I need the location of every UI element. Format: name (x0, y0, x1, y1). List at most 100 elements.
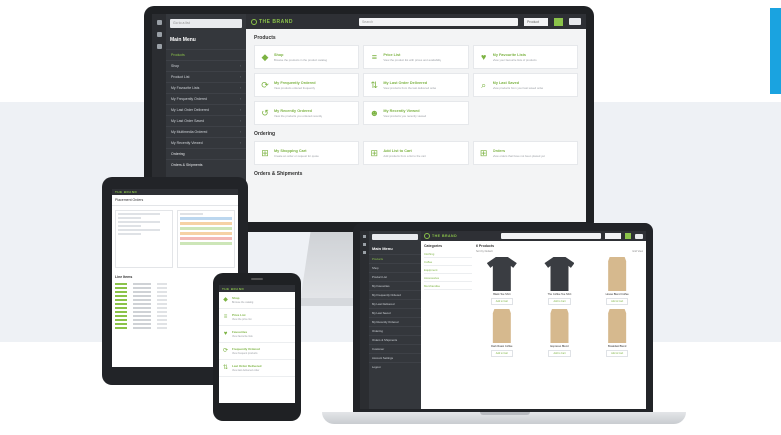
search-button[interactable] (554, 17, 563, 26)
phone-menu-item[interactable]: ≡ Price List View the price list (219, 309, 295, 326)
menu-item[interactable]: My Recently Viewed › (166, 137, 246, 148)
add-to-cart-button[interactable]: Add to Cart (606, 298, 629, 305)
phone-menu-item[interactable]: ⇅ Last Order Delivered View last delivered… (219, 360, 295, 377)
row-link[interactable] (115, 327, 127, 329)
phone-menu-item[interactable]: ⟳ Frequently Ordered View frequent product… (219, 343, 295, 360)
row-link[interactable] (115, 303, 127, 305)
view-toggle[interactable]: Grid View (632, 250, 643, 253)
category-item[interactable]: Clothing (424, 250, 472, 258)
cart-icon[interactable] (569, 18, 581, 25)
row-link[interactable] (115, 323, 127, 325)
plus-icon[interactable] (363, 251, 366, 254)
global-search-input[interactable]: Search (358, 17, 518, 26)
cart-icon[interactable] (635, 233, 643, 239)
dashboard-card[interactable]: ⇅ My Last Order Delivered View products fr… (363, 73, 469, 97)
row-link[interactable] (115, 315, 127, 317)
add-to-cart-button[interactable]: Add to Cart (606, 350, 629, 357)
dashboard-card[interactable]: ☻ My Recently Viewed View products you rec… (363, 101, 469, 125)
sort-select[interactable]: Sort by Default (476, 250, 493, 253)
menu-item[interactable]: Account Settings (369, 353, 421, 362)
product-name[interactable]: Black Tee Shirt (493, 293, 510, 296)
menu-item[interactable]: Logout (369, 362, 421, 371)
dashboard-card[interactable]: ⟳ My Frequently Ordered View products orde… (254, 73, 360, 97)
product-card[interactable]: Dark Roast Coffee Add to Cart (476, 309, 528, 357)
menu-search-input[interactable]: Go to a list (170, 19, 242, 28)
product-name[interactable]: Espresso Blend (550, 345, 568, 348)
brand-logo[interactable]: THE BRAND (222, 287, 244, 291)
dashboard-card[interactable]: ≡ Price List View the product list with pr… (363, 45, 469, 69)
row-link[interactable] (115, 307, 127, 309)
menu-item[interactable]: Shop (369, 263, 421, 272)
category-item[interactable]: Merchandise (424, 282, 472, 290)
dashboard-card[interactable]: ⊞ Orders View orders that have not been pl… (472, 141, 578, 165)
row-link[interactable] (115, 311, 127, 313)
add-to-cart-button[interactable]: Add to Cart (490, 350, 513, 357)
menu-item[interactable]: Products (369, 254, 421, 263)
menu-icon[interactable] (156, 20, 162, 25)
phone-menu-item[interactable]: ◆ Shop Browse the catalog (219, 292, 295, 309)
coffee-bag-image[interactable] (608, 257, 627, 291)
dashboard-card[interactable]: ↺ My Recently Ordered View the products yo… (254, 101, 360, 125)
dashboard-card[interactable]: ⊞ My Shopping Cart Create an order or requ… (254, 141, 360, 165)
coffee-bag-image[interactable] (492, 309, 511, 343)
menu-item[interactable]: My Last Order Saved › (166, 115, 246, 126)
row-link[interactable] (115, 291, 127, 293)
search-scope-select[interactable]: Product (524, 17, 548, 26)
product-card[interactable]: The Coffee Tee Shirt Add to Cart (534, 257, 586, 305)
menu-item[interactable]: My Frequently Ordered (369, 290, 421, 299)
phone-menu-item[interactable]: ♥ Favourites View favourite lists (219, 326, 295, 343)
category-item[interactable]: Accessories (424, 274, 472, 282)
dashboard-card[interactable]: ⌕ My Last Saved View products from your la… (472, 73, 578, 97)
search-button[interactable] (625, 233, 631, 239)
product-card[interactable]: Black Tee Shirt Add to Cart (476, 257, 528, 305)
product-name[interactable]: The Coffee Tee Shirt (548, 293, 572, 296)
tshirt-image[interactable] (544, 257, 575, 291)
menu-item[interactable]: Shop › (166, 60, 246, 71)
product-name[interactable]: Breakfast Blend (608, 345, 626, 348)
product-card[interactable]: Breakfast Blend Add to Cart (591, 309, 643, 357)
dashboard-card[interactable]: ◆ Shop Browse the products in the product … (254, 45, 360, 69)
add-to-cart-button[interactable]: Add to Cart (490, 298, 513, 305)
dashboard-card[interactable]: ⊞ Add List to Cart Add products from a lis… (363, 141, 469, 165)
home-icon[interactable] (156, 32, 162, 37)
menu-item[interactable]: Ordering (166, 148, 246, 159)
brand-logo[interactable]: THE BRAND (424, 233, 457, 239)
menu-item[interactable]: My Favourite Lists › (166, 82, 246, 93)
menu-item[interactable]: My Frequently Ordered › (166, 93, 246, 104)
row-link[interactable] (115, 283, 127, 285)
menu-item[interactable]: My Last Delivered (369, 299, 421, 308)
row-link[interactable] (115, 295, 127, 297)
brand-logo[interactable]: THE BRAND (115, 190, 137, 194)
add-to-cart-button[interactable]: Add to Cart (548, 350, 571, 357)
menu-search-input[interactable] (372, 234, 418, 240)
row-link[interactable] (115, 319, 127, 321)
row-link[interactable] (115, 299, 127, 301)
category-item[interactable]: Equipment (424, 266, 472, 274)
menu-item[interactable]: Product List (369, 272, 421, 281)
row-link[interactable] (115, 287, 127, 289)
menu-icon[interactable] (363, 235, 366, 238)
tshirt-image[interactable] (486, 257, 517, 291)
coffee-bag-image[interactable] (608, 309, 627, 343)
menu-item[interactable]: Orders & Shipments (369, 335, 421, 344)
brand-logo[interactable]: THE BRAND (251, 18, 293, 25)
menu-item[interactable]: My Favourites (369, 281, 421, 290)
global-search-input[interactable] (501, 233, 601, 239)
product-card[interactable]: House Blend Coffee Add to Cart (591, 257, 643, 305)
menu-item[interactable]: My Recently Ordered (369, 317, 421, 326)
menu-item[interactable]: My Last Order Delivered › (166, 104, 246, 115)
menu-item[interactable]: Customer (369, 344, 421, 353)
menu-item[interactable]: Products (166, 49, 246, 60)
menu-item[interactable]: Orders & Shipments (166, 159, 246, 170)
category-item[interactable]: Coffee (424, 258, 472, 266)
product-card[interactable]: Espresso Blend Add to Cart (534, 309, 586, 357)
menu-item[interactable]: Product List › (166, 71, 246, 82)
dashboard-card[interactable]: ♥ My Favourite Lists View your favourite l… (472, 45, 578, 69)
menu-item[interactable]: My Last Saved (369, 308, 421, 317)
coffee-bag-image[interactable] (550, 309, 569, 343)
add-to-cart-button[interactable]: Add to Cart (548, 298, 571, 305)
search-scope-select[interactable] (605, 233, 621, 239)
product-name[interactable]: House Blend Coffee (606, 293, 629, 296)
menu-item[interactable]: My Multimedia Ordered › (166, 126, 246, 137)
home-icon[interactable] (363, 243, 366, 246)
